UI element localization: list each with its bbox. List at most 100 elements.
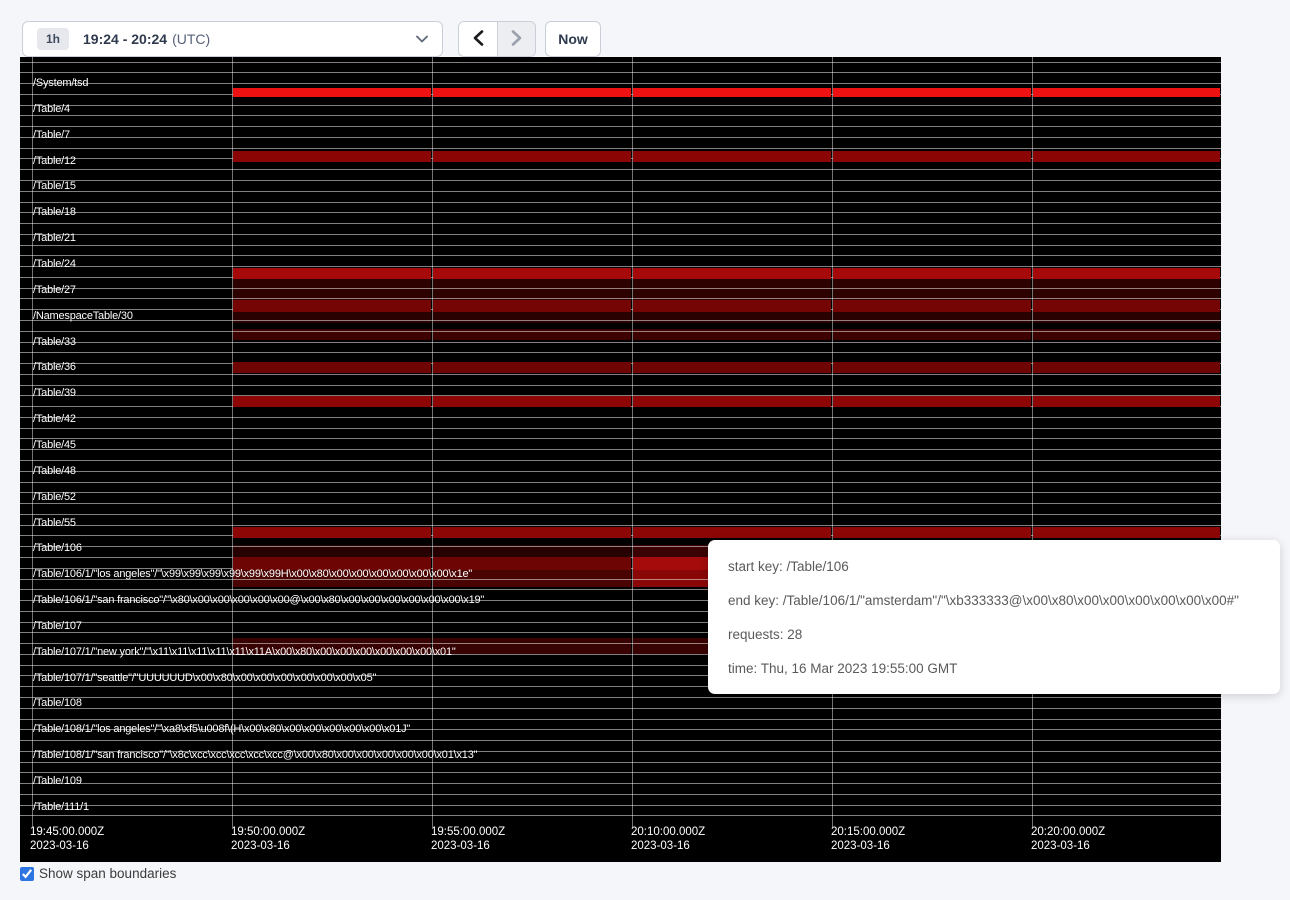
- prev-interval-button[interactable]: [459, 22, 497, 56]
- row-label: /Table/39: [33, 387, 76, 399]
- span-boundary-line: [20, 255, 1221, 256]
- span-boundary-line: [20, 342, 1221, 343]
- span-boundary-line: [20, 137, 1221, 138]
- span-boundary-line: [20, 191, 1221, 192]
- heat-band: [833, 88, 1031, 97]
- span-boundary-line: [20, 525, 1221, 526]
- heat-band: [1033, 300, 1220, 312]
- row-label: /Table/7: [33, 129, 70, 141]
- heat-band: [633, 527, 831, 538]
- heat-region: [1033, 279, 1220, 300]
- span-boundary-line: [20, 126, 1221, 127]
- span-boundary-line: [20, 148, 1221, 149]
- row-label: /NamespaceTable/30: [33, 310, 133, 322]
- heat-region: [433, 279, 631, 300]
- span-boundary-line: [20, 762, 1221, 763]
- span-boundary-line: [20, 245, 1221, 246]
- time-nav-group: [458, 21, 536, 57]
- tooltip-end-key: end key: /Table/106/1/"amsterdam"/"\xb33…: [728, 583, 1266, 617]
- span-boundary-line: [20, 428, 1221, 429]
- chevron-down-icon: [416, 30, 428, 48]
- span-boundary-line: [20, 772, 1221, 773]
- heat-band: [433, 396, 631, 407]
- span-boundary-line: [20, 223, 1221, 224]
- span-boundary-line: [20, 62, 1221, 63]
- span-boundary-line: [20, 794, 1221, 795]
- time-gridline: [1032, 57, 1033, 827]
- heat-band: [433, 362, 631, 373]
- row-label: /Table/52: [33, 491, 76, 503]
- time-gridline: [432, 57, 433, 827]
- span-boundary-line: [20, 288, 1221, 289]
- axis-tick-label: 19:55:00.000Z2023-03-16: [431, 825, 505, 853]
- span-boundary-line: [20, 72, 1221, 73]
- row-label: /Table/108: [33, 697, 82, 709]
- key-visualizer-heatmap[interactable]: /System/tsd/Table/4/Table/7/Table/12/Tab…: [20, 57, 1221, 862]
- now-button[interactable]: Now: [545, 21, 601, 57]
- heat-region: [433, 638, 631, 654]
- heat-band: [433, 268, 631, 279]
- heat-region: [233, 279, 431, 300]
- hover-tooltip: start key: /Table/106 end key: /Table/10…: [708, 540, 1280, 694]
- heat-region: [633, 312, 831, 323]
- row-label: /Table/106/1/"san francisco"/"\x80\x00\x…: [33, 594, 484, 606]
- row-label: /Table/4: [33, 103, 70, 115]
- heat-band: [833, 527, 1031, 538]
- tooltip-requests: requests: 28: [728, 617, 1266, 651]
- heat-band: [1033, 151, 1220, 162]
- time-gridline: [832, 57, 833, 827]
- row-label: /System/tsd: [33, 77, 88, 89]
- span-boundary-line: [20, 417, 1221, 418]
- span-boundary-line: [20, 514, 1221, 515]
- row-label: /Table/27: [33, 284, 76, 296]
- heat-band: [433, 300, 631, 312]
- heat-band: [233, 268, 431, 279]
- row-label: /Table/108/1/"san francisco"/"\x8c\xcc\x…: [33, 749, 477, 761]
- row-label: /Table/33: [33, 336, 76, 348]
- row-label: /Table/109: [33, 775, 82, 787]
- span-boundary-line: [20, 719, 1221, 720]
- row-label: /Table/45: [33, 439, 76, 451]
- heat-band: [633, 151, 831, 162]
- row-label: /Table/111/1: [33, 801, 89, 813]
- heat-band: [233, 300, 431, 312]
- span-boundary-line: [20, 492, 1221, 493]
- time-range-select[interactable]: 1h 19:24 - 20:24 (UTC): [22, 21, 443, 57]
- axis-tick-label: 19:45:00.000Z2023-03-16: [30, 825, 104, 853]
- heat-band: [633, 300, 831, 312]
- span-boundary-line: [20, 805, 1221, 806]
- heat-region: [833, 312, 1031, 323]
- row-label: /Table/18: [33, 206, 76, 218]
- heat-band: [833, 151, 1031, 162]
- chevron-right-icon: [511, 30, 522, 49]
- chevron-left-icon: [473, 30, 484, 49]
- show-span-boundaries-checkbox[interactable]: [20, 867, 34, 881]
- row-label: /Table/48: [33, 465, 76, 477]
- span-boundary-line: [20, 815, 1221, 816]
- span-boundary-line: [20, 352, 1221, 353]
- heat-band: [633, 396, 831, 407]
- span-boundary-line: [20, 202, 1221, 203]
- span-boundary-line: [20, 460, 1221, 461]
- row-label: /Table/107: [33, 620, 82, 632]
- tooltip-start-key: start key: /Table/106: [728, 549, 1266, 583]
- span-boundary-line: [20, 169, 1221, 170]
- span-boundary-line: [20, 331, 1221, 332]
- heat-band: [233, 527, 431, 538]
- span-boundary-line: [20, 740, 1221, 741]
- heat-region: [633, 279, 831, 300]
- row-label: /Table/108/1/"los angeles"/"\xa8\xf5\u00…: [33, 723, 410, 735]
- heat-band: [633, 268, 831, 279]
- next-interval-button[interactable]: [497, 22, 535, 56]
- span-boundary-line: [20, 471, 1221, 472]
- show-span-boundaries-control: Show span boundaries: [20, 866, 176, 881]
- span-boundary-line: [20, 783, 1221, 784]
- span-boundary-line: [20, 105, 1221, 106]
- heat-band: [633, 362, 831, 373]
- time-gridline: [232, 57, 233, 827]
- row-label: /Table/106: [33, 542, 82, 554]
- row-label: /Table/15: [33, 180, 76, 192]
- heat-band: [233, 151, 431, 162]
- key-visualizer-page: 1h 19:24 - 20:24 (UTC) Now /System/tsd/T…: [0, 0, 1290, 900]
- axis-tick-label: 20:10:00.000Z2023-03-16: [631, 825, 705, 853]
